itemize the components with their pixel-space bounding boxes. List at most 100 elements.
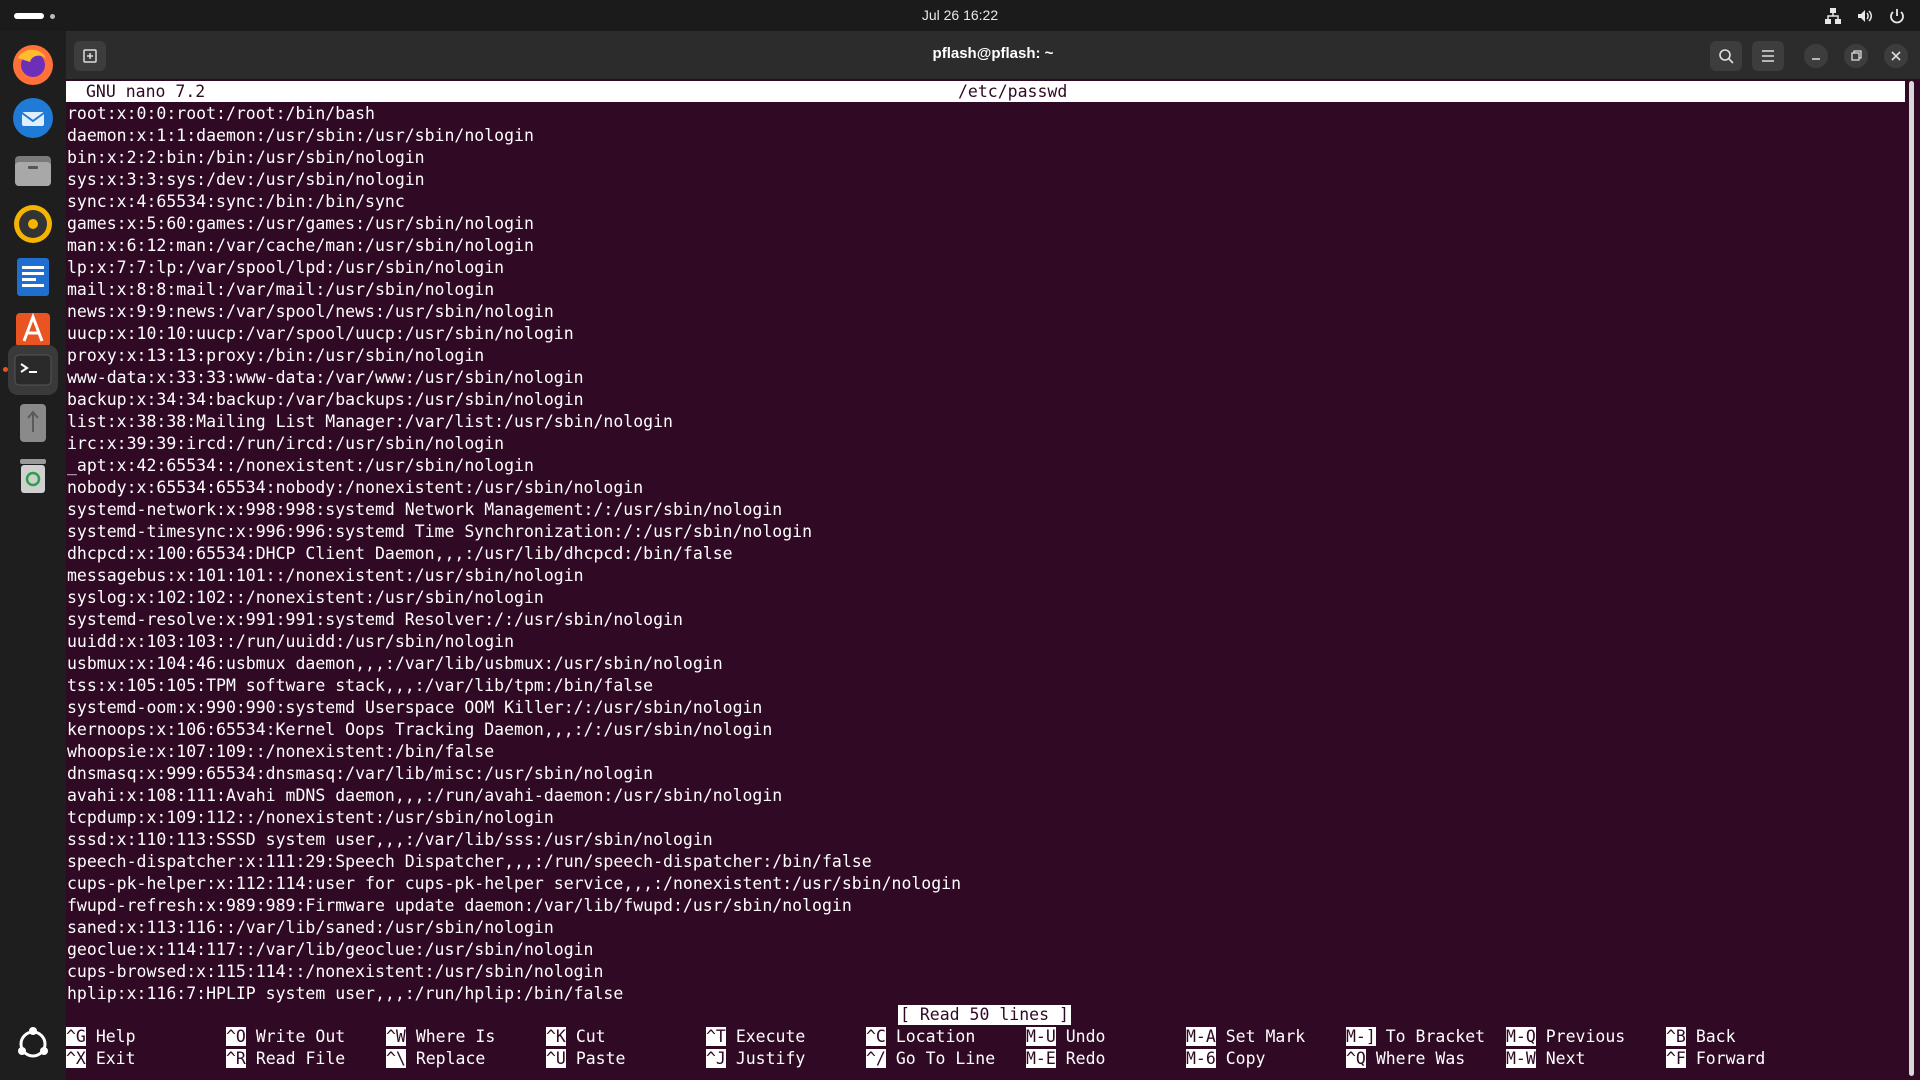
shortcut-item: ^W Where Is [386, 1026, 495, 1048]
volume-icon [1856, 7, 1874, 25]
shortcut-key: M-6 [1186, 1049, 1216, 1068]
dock [0, 31, 66, 1080]
file-line[interactable]: geoclue:x:114:117::/var/lib/geoclue:/usr… [66, 939, 961, 961]
shortcut-key: ^W [386, 1027, 406, 1046]
minimize-button[interactable] [1804, 44, 1828, 68]
rhythmbox-icon[interactable] [8, 199, 58, 249]
file-line[interactable]: sys:x:3:3:sys:/dev:/usr/sbin/nologin [66, 169, 961, 191]
shortcut-label: To Bracket [1385, 1027, 1486, 1046]
file-line[interactable]: usbmux:x:104:46:usbmux daemon,,,:/var/li… [66, 653, 961, 675]
file-line[interactable]: systemd-timesync:x:996:996:systemd Time … [66, 521, 961, 543]
file-content[interactable]: root:x:0:0:root:/root:/bin/bash daemon:x:… [66, 103, 961, 1005]
file-line[interactable]: www-data:x:33:33:www-data:/var/www:/usr/… [66, 367, 961, 389]
file-line[interactable]: daemon:x:1:1:daemon:/usr/sbin:/usr/sbin/… [66, 125, 961, 147]
file-line[interactable]: uuidd:x:103:103::/run/uuidd:/usr/sbin/no… [66, 631, 961, 653]
file-line[interactable]: syslog:x:102:102::/nonexistent:/usr/sbin… [66, 587, 961, 609]
file-line[interactable]: irc:x:39:39:ircd:/run/ircd:/usr/sbin/nol… [66, 433, 961, 455]
file-line[interactable]: root:x:0:0:root:/root:/bin/bash [66, 103, 961, 125]
file-line[interactable]: proxy:x:13:13:proxy:/bin:/usr/sbin/nolog… [66, 345, 961, 367]
file-line[interactable]: fwupd-refresh:x:989:989:Firmware update … [66, 895, 961, 917]
shortcut-key: M-U [1026, 1027, 1056, 1046]
file-line[interactable]: saned:x:113:116::/var/lib/saned:/usr/sbi… [66, 917, 961, 939]
shortcut-item: ^B Back [1666, 1026, 1736, 1048]
system-tray[interactable] [1824, 6, 1906, 26]
usb-drive-icon[interactable] [8, 398, 58, 448]
file-line[interactable]: sync:x:4:65534:sync:/bin:/bin/sync [66, 191, 961, 213]
shortcut-label: Where Is [415, 1027, 496, 1046]
thunderbird-icon[interactable] [8, 93, 58, 143]
file-line[interactable]: avahi:x:108:111:Avahi mDNS daemon,,,:/ru… [66, 785, 961, 807]
shortcut-item: ^R Read File [226, 1048, 345, 1070]
file-line[interactable]: lp:x:7:7:lp:/var/spool/lpd:/usr/sbin/nol… [66, 257, 961, 279]
file-line[interactable]: cups-pk-helper:x:112:114:user for cups-p… [66, 873, 961, 895]
menu-button[interactable] [1752, 41, 1784, 71]
file-name: /etc/passwd [958, 82, 1068, 101]
file-line[interactable]: cups-browsed:x:115:114::/nonexistent:/us… [66, 961, 961, 983]
nano-titlebar: GNU nano 7.2 /etc/passwd [66, 81, 1905, 102]
terminal-icon[interactable] [8, 345, 58, 395]
file-line[interactable]: list:x:38:38:Mailing List Manager:/var/l… [66, 411, 961, 433]
file-line[interactable]: games:x:5:60:games:/usr/games:/usr/sbin/… [66, 213, 961, 235]
shortcut-key: ^Q [1346, 1049, 1366, 1068]
firefox-icon[interactable] [8, 40, 58, 90]
file-line[interactable]: tcpdump:x:109:112::/nonexistent:/usr/sbi… [66, 807, 961, 829]
shortcut-label: Previous [1545, 1027, 1626, 1046]
shortcut-label: Redo [1065, 1049, 1106, 1068]
shortcut-key: ^R [226, 1049, 246, 1068]
file-line[interactable]: messagebus:x:101:101::/nonexistent:/usr/… [66, 565, 961, 587]
shortcut-item: M-] To Bracket [1346, 1026, 1485, 1048]
file-line[interactable]: hplip:x:116:7:HPLIP system user,,,:/run/… [66, 983, 961, 1005]
file-line[interactable]: man:x:6:12:man:/var/cache/man:/usr/sbin/… [66, 235, 961, 257]
shortcut-label: Undo [1065, 1027, 1106, 1046]
shortcut-label: Execute [735, 1027, 806, 1046]
shortcut-label: Set Mark [1225, 1027, 1306, 1046]
clock[interactable]: Jul 26 16:22 [0, 7, 1920, 23]
file-line[interactable]: systemd-oom:x:990:990:systemd Userspace … [66, 697, 961, 719]
file-line[interactable]: bin:x:2:2:bin:/bin:/usr/sbin/nologin [66, 147, 961, 169]
shortcut-key: ^B [1666, 1027, 1686, 1046]
shortcut-item: ^J Justify [706, 1048, 805, 1070]
file-line[interactable]: kernoops:x:106:65534:Kernel Oops Trackin… [66, 719, 961, 741]
file-line[interactable]: uucp:x:10:10:uucp:/var/spool/uucp:/usr/s… [66, 323, 961, 345]
search-button[interactable] [1710, 41, 1742, 71]
shortcut-key: ^F [1666, 1049, 1686, 1068]
show-apps-icon[interactable] [8, 1019, 58, 1069]
maximize-button[interactable] [1844, 44, 1868, 68]
shortcut-key: ^\ [386, 1049, 406, 1068]
shortcut-item: M-A Set Mark [1186, 1026, 1305, 1048]
file-line[interactable]: backup:x:34:34:backup:/var/backups:/usr/… [66, 389, 961, 411]
files-icon[interactable] [8, 146, 58, 196]
shortcut-item: ^K Cut [546, 1026, 606, 1048]
trash-icon[interactable] [8, 451, 58, 501]
file-line[interactable]: sssd:x:110:113:SSSD system user,,,:/var/… [66, 829, 961, 851]
power-icon [1888, 7, 1906, 25]
scrollbar[interactable] [1909, 81, 1914, 1076]
file-line[interactable]: nobody:x:65534:65534:nobody:/nonexistent… [66, 477, 961, 499]
file-line[interactable]: dhcpcd:x:100:65534:DHCP Client Daemon,,,… [66, 543, 961, 565]
writer-icon[interactable] [8, 252, 58, 302]
shortcut-item: ^U Paste [546, 1048, 625, 1070]
file-line[interactable]: _apt:x:42:65534::/nonexistent:/usr/sbin/… [66, 455, 961, 477]
file-line[interactable]: tss:x:105:105:TPM software stack,,,:/var… [66, 675, 961, 697]
shortcut-label: Write Out [255, 1027, 346, 1046]
shortcut-item: ^T Execute [706, 1026, 805, 1048]
terminal-area[interactable]: GNU nano 7.2 /etc/passwd root:x:0:0:root… [66, 79, 1920, 1080]
file-line[interactable]: speech-dispatcher:x:111:29:Speech Dispat… [66, 851, 961, 873]
shortcut-item: ^G Help [66, 1026, 136, 1048]
hamburger-icon [1762, 50, 1774, 62]
shortcut-item: ^X Exit [66, 1048, 136, 1070]
close-button[interactable] [1884, 44, 1908, 68]
file-line[interactable]: mail:x:8:8:mail:/var/mail:/usr/sbin/nolo… [66, 279, 961, 301]
file-line[interactable]: news:x:9:9:news:/var/spool/news:/usr/sbi… [66, 301, 961, 323]
shortcut-key: ^X [66, 1049, 86, 1068]
shortcut-bar: ^G Help ^X Exit ^O Write Out ^R Read File ^W… [66, 1026, 1905, 1070]
file-line[interactable]: systemd-network:x:998:998:systemd Networ… [66, 499, 961, 521]
shortcut-label: Next [1545, 1049, 1586, 1068]
file-line[interactable]: dnsmasq:x:999:65534:dnsmasq:/var/lib/mis… [66, 763, 961, 785]
file-line[interactable]: systemd-resolve:x:991:991:systemd Resolv… [66, 609, 961, 631]
nano-version: GNU nano 7.2 [86, 82, 206, 101]
shortcut-key: M-W [1506, 1049, 1536, 1068]
shortcut-label: Back [1695, 1027, 1736, 1046]
file-line[interactable]: whoopsie:x:107:109::/nonexistent:/bin/fa… [66, 741, 961, 763]
shortcut-key: ^C [866, 1027, 886, 1046]
